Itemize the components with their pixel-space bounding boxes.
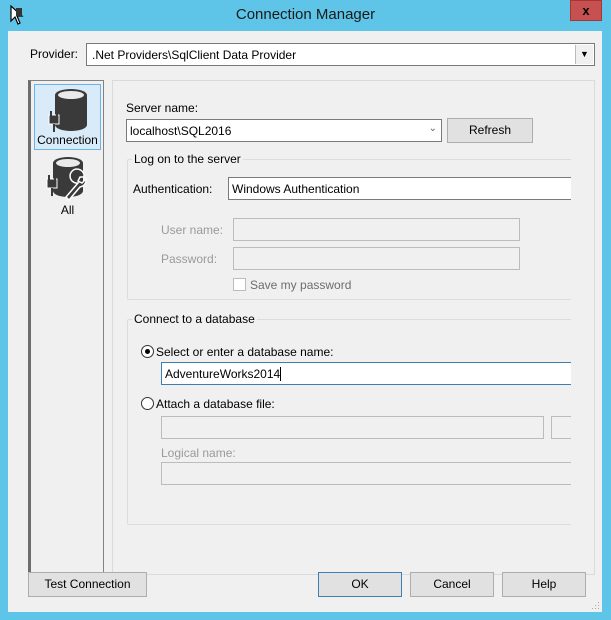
close-button[interactable]: x	[570, 0, 602, 21]
save-password-label: Save my password	[250, 278, 352, 292]
authentication-label: Authentication:	[133, 182, 213, 196]
logon-group-title: Log on to the server	[132, 152, 243, 166]
username-input[interactable]	[233, 218, 520, 241]
dialog-body: Provider: .Net Providers\SqlClient Data …	[8, 31, 602, 612]
authentication-dropdown[interactable]: Windows Authentication	[228, 177, 571, 200]
connection-manager-window: Connection Manager x Provider: .Net Prov…	[0, 0, 611, 620]
username-label: User name:	[161, 223, 224, 237]
save-password-checkbox[interactable]	[233, 278, 246, 291]
database-plug-icon	[48, 89, 87, 132]
cancel-button[interactable]: Cancel	[410, 572, 494, 597]
browse-file-button[interactable]	[551, 416, 571, 439]
help-button[interactable]: Help	[502, 572, 586, 597]
title-bar[interactable]: Connection Manager x	[0, 0, 611, 30]
select-database-radio[interactable]	[141, 345, 154, 358]
window-title: Connection Manager	[235, 6, 376, 23]
provider-dropdown[interactable]: .Net Providers\SqlClient Data Provider ▼	[86, 43, 595, 66]
page-navigation-panel: Connection All	[28, 80, 104, 575]
database-plug-wrench-icon	[46, 157, 87, 202]
server-name-label: Server name:	[126, 101, 199, 115]
connection-settings-panel: Server name: localhost\SQL2016 ⌄ Refresh…	[112, 80, 595, 575]
server-name-value: localhost\SQL2016	[130, 124, 232, 138]
nav-item-connection[interactable]: Connection	[34, 84, 101, 150]
attach-file-input[interactable]	[161, 416, 544, 439]
dropdown-arrow-icon[interactable]: ▼	[575, 45, 593, 64]
logical-name-input[interactable]	[161, 462, 571, 485]
test-connection-button[interactable]: Test Connection	[28, 572, 147, 597]
ok-button[interactable]: OK	[318, 572, 402, 597]
nav-item-label: All	[60, 203, 75, 217]
refresh-button[interactable]: Refresh	[447, 118, 533, 143]
nav-item-label: Connection	[37, 133, 98, 147]
password-input[interactable]	[233, 247, 520, 270]
authentication-value: Windows Authentication	[232, 182, 360, 196]
logical-name-label: Logical name:	[161, 446, 236, 460]
attach-database-label: Attach a database file:	[156, 397, 275, 411]
provider-value: .Net Providers\SqlClient Data Provider	[92, 48, 297, 62]
database-name-value: AdventureWorks2014	[165, 367, 281, 381]
chevron-down-icon[interactable]: ⌄	[429, 123, 437, 134]
database-group-title: Connect to a database	[132, 312, 257, 326]
database-name-combobox[interactable]: AdventureWorks2014	[161, 362, 571, 385]
password-label: Password:	[161, 252, 218, 266]
provider-label: Provider:	[30, 47, 79, 61]
resize-grip-icon[interactable]	[590, 600, 600, 610]
select-database-label: Select or enter a database name:	[156, 345, 334, 359]
attach-database-radio[interactable]	[141, 397, 154, 410]
text-caret	[280, 367, 282, 381]
server-name-combobox[interactable]: localhost\SQL2016 ⌄	[126, 119, 442, 142]
nav-item-all[interactable]: All	[34, 153, 101, 219]
